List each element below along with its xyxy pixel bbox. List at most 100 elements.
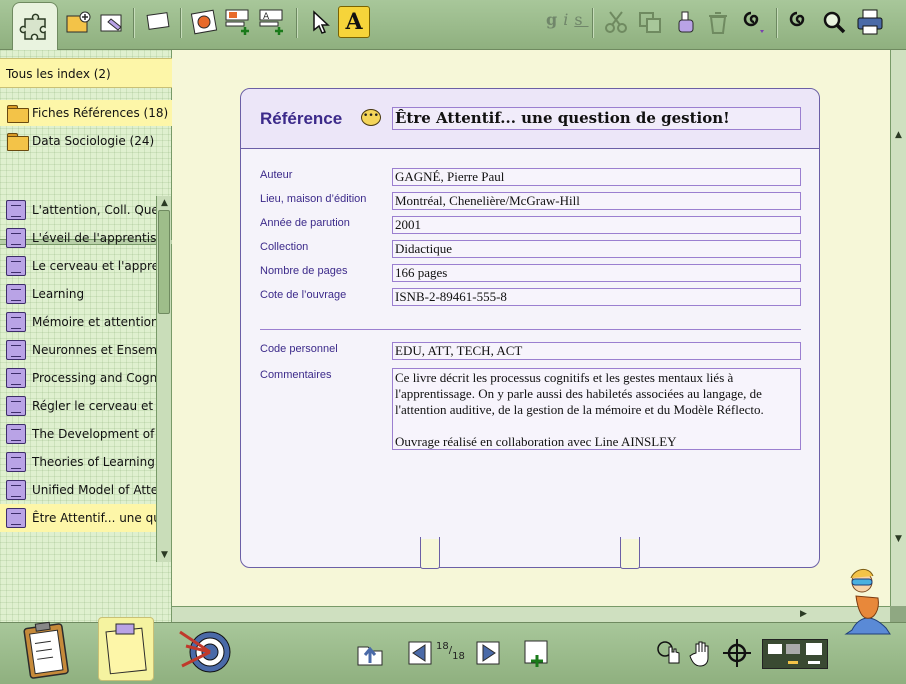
scroll-up-icon[interactable]: ▲ bbox=[157, 196, 172, 210]
list-item[interactable]: Neuronnes et Ensemb bbox=[0, 336, 156, 364]
field-label-commentaires: Commentaires bbox=[260, 369, 332, 381]
new-card-button[interactable] bbox=[142, 6, 174, 38]
edit-folder-button[interactable] bbox=[96, 6, 128, 38]
previous-card-button[interactable] bbox=[404, 635, 438, 671]
card-view-vertical-scrollbar[interactable]: ▲ ▼ bbox=[890, 50, 906, 606]
mascot-kid-icon bbox=[844, 569, 891, 635]
list-item[interactable]: The Development of bbox=[0, 420, 156, 448]
list-item[interactable]: Unified Model of Atte bbox=[0, 476, 156, 504]
bold-button[interactable]: g bbox=[546, 10, 563, 29]
card-type-label: Référence bbox=[260, 109, 343, 128]
scroll-up-icon[interactable]: ▲ bbox=[891, 128, 906, 142]
list-item[interactable]: Processing and Cogn bbox=[0, 364, 156, 392]
list-item-label: Être Attentif... une qu bbox=[32, 511, 156, 525]
publisher-field[interactable]: Montréal, Chenelière/McGraw-Hill bbox=[392, 192, 801, 210]
pointer-tool-button[interactable] bbox=[304, 6, 336, 38]
underline-button[interactable]: s bbox=[574, 10, 588, 29]
field-label-lieu: Lieu, maison d’édition bbox=[260, 193, 367, 205]
card-tab-notch bbox=[420, 537, 440, 569]
svg-text:A: A bbox=[263, 12, 270, 22]
folder-item-fiches-references[interactable]: Fiches Références (18) bbox=[0, 100, 172, 126]
paste-button[interactable] bbox=[668, 6, 700, 38]
scroll-thumb[interactable] bbox=[158, 210, 170, 314]
collection-field[interactable]: Didactique bbox=[392, 240, 801, 258]
scroll-right-icon[interactable]: ▶ bbox=[796, 607, 811, 621]
print-button[interactable] bbox=[854, 6, 886, 38]
list-item[interactable]: Mémoire et attention bbox=[0, 308, 156, 336]
folder-label: Data Sociologie (24) bbox=[32, 134, 155, 148]
new-folder-button[interactable] bbox=[62, 6, 94, 38]
scroll-down-icon[interactable]: ▼ bbox=[157, 548, 172, 562]
add-text-field-button[interactable]: A bbox=[256, 6, 288, 38]
field-label-code: Code personnel bbox=[260, 343, 338, 355]
pager-total: 18 bbox=[452, 651, 465, 662]
comments-field[interactable]: Ce livre décrit les processus cognitifs … bbox=[392, 368, 801, 450]
crosshair-icon bbox=[723, 639, 751, 667]
next-card-button[interactable] bbox=[470, 635, 504, 671]
copy-button[interactable] bbox=[634, 6, 666, 38]
list-item-selected[interactable]: Être Attentif... une qu bbox=[0, 504, 156, 532]
list-item[interactable]: Theories of Learning bbox=[0, 448, 156, 476]
goals-button[interactable] bbox=[176, 621, 232, 679]
pages-field[interactable]: 166 pages bbox=[392, 264, 801, 282]
folder-icon bbox=[6, 104, 29, 123]
spiral-icon bbox=[789, 11, 805, 27]
notes-button[interactable] bbox=[98, 617, 154, 681]
folder-arrow-icon bbox=[357, 646, 383, 666]
crosshair-button[interactable] bbox=[720, 635, 754, 671]
list-item[interactable]: Le cerveau et l'appren bbox=[0, 252, 156, 280]
list-item[interactable]: Régler le cerveau et a bbox=[0, 392, 156, 420]
home-puzzle-tab[interactable] bbox=[12, 2, 58, 50]
list-item-label: The Development of bbox=[32, 427, 155, 441]
card-tab-notch bbox=[620, 537, 640, 569]
map-overview-button[interactable] bbox=[762, 639, 828, 669]
card-icon bbox=[6, 312, 26, 332]
add-image-field-button[interactable] bbox=[222, 6, 254, 38]
card-pager: 18/18 bbox=[436, 641, 465, 662]
call-number-field[interactable]: ISNB-2-89461-555-8 bbox=[392, 288, 801, 306]
title-field[interactable]: Être Attentif... une question de gestion… bbox=[392, 107, 801, 130]
card-icon bbox=[6, 284, 26, 304]
toolbar-separator bbox=[133, 8, 134, 38]
trash-icon bbox=[709, 12, 727, 34]
index-button[interactable] bbox=[352, 635, 388, 671]
list-item-label: Theories of Learning bbox=[32, 455, 155, 469]
list-item-label: Le cerveau et l'appren bbox=[32, 259, 156, 273]
list-item-label: Mémoire et attention bbox=[32, 315, 156, 329]
pan-hand-button[interactable] bbox=[686, 635, 720, 671]
scroll-down-icon[interactable]: ▼ bbox=[891, 532, 906, 546]
arrow-cursor-icon bbox=[313, 10, 330, 34]
text-tool-button[interactable]: A bbox=[338, 6, 370, 38]
author-field[interactable]: GAGNÉ, Pierre Paul bbox=[392, 168, 801, 186]
field-label-auteur: Auteur bbox=[260, 169, 293, 181]
card-view-horizontal-scrollbar[interactable]: ▶ bbox=[172, 606, 890, 622]
link-menu-button[interactable] bbox=[738, 6, 770, 38]
delete-button[interactable] bbox=[702, 6, 734, 38]
main-toolbar: A A gis bbox=[0, 0, 906, 50]
list-item[interactable]: Learning bbox=[0, 280, 156, 308]
list-item[interactable]: L'attention, Coll. Que bbox=[0, 196, 156, 224]
personal-code-field[interactable]: EDU, ATT, TECH, ACT bbox=[392, 342, 801, 360]
card-icon bbox=[6, 480, 26, 500]
search-button[interactable] bbox=[818, 6, 850, 38]
cut-button[interactable] bbox=[600, 6, 632, 38]
card-icon bbox=[6, 508, 26, 528]
italic-button[interactable]: i bbox=[563, 10, 574, 29]
card-list-scrollbar[interactable]: ▲ ▼ bbox=[156, 196, 171, 562]
year-field[interactable]: 2001 bbox=[392, 216, 801, 234]
list-item[interactable]: L'éveil de l'apprentiss bbox=[0, 224, 156, 252]
speech-bubble-icon[interactable]: ••• bbox=[361, 109, 381, 126]
all-index-item[interactable]: Tous les index (2) bbox=[0, 58, 172, 88]
add-card-button[interactable] bbox=[520, 635, 554, 671]
list-item-label: L'attention, Coll. Que bbox=[32, 203, 156, 217]
folder-item-data-sociologie[interactable]: Data Sociologie (24) bbox=[0, 128, 172, 154]
link-button[interactable] bbox=[784, 6, 816, 38]
checklist-button[interactable] bbox=[18, 619, 74, 681]
puzzle-icon bbox=[19, 13, 46, 40]
card-icon bbox=[6, 228, 26, 248]
select-hand-button[interactable] bbox=[652, 635, 686, 671]
mini-map-icon bbox=[768, 643, 822, 664]
bottom-toolbar: 18/18 bbox=[0, 617, 906, 684]
card-icon bbox=[6, 340, 26, 360]
image-card-button[interactable] bbox=[188, 6, 220, 38]
